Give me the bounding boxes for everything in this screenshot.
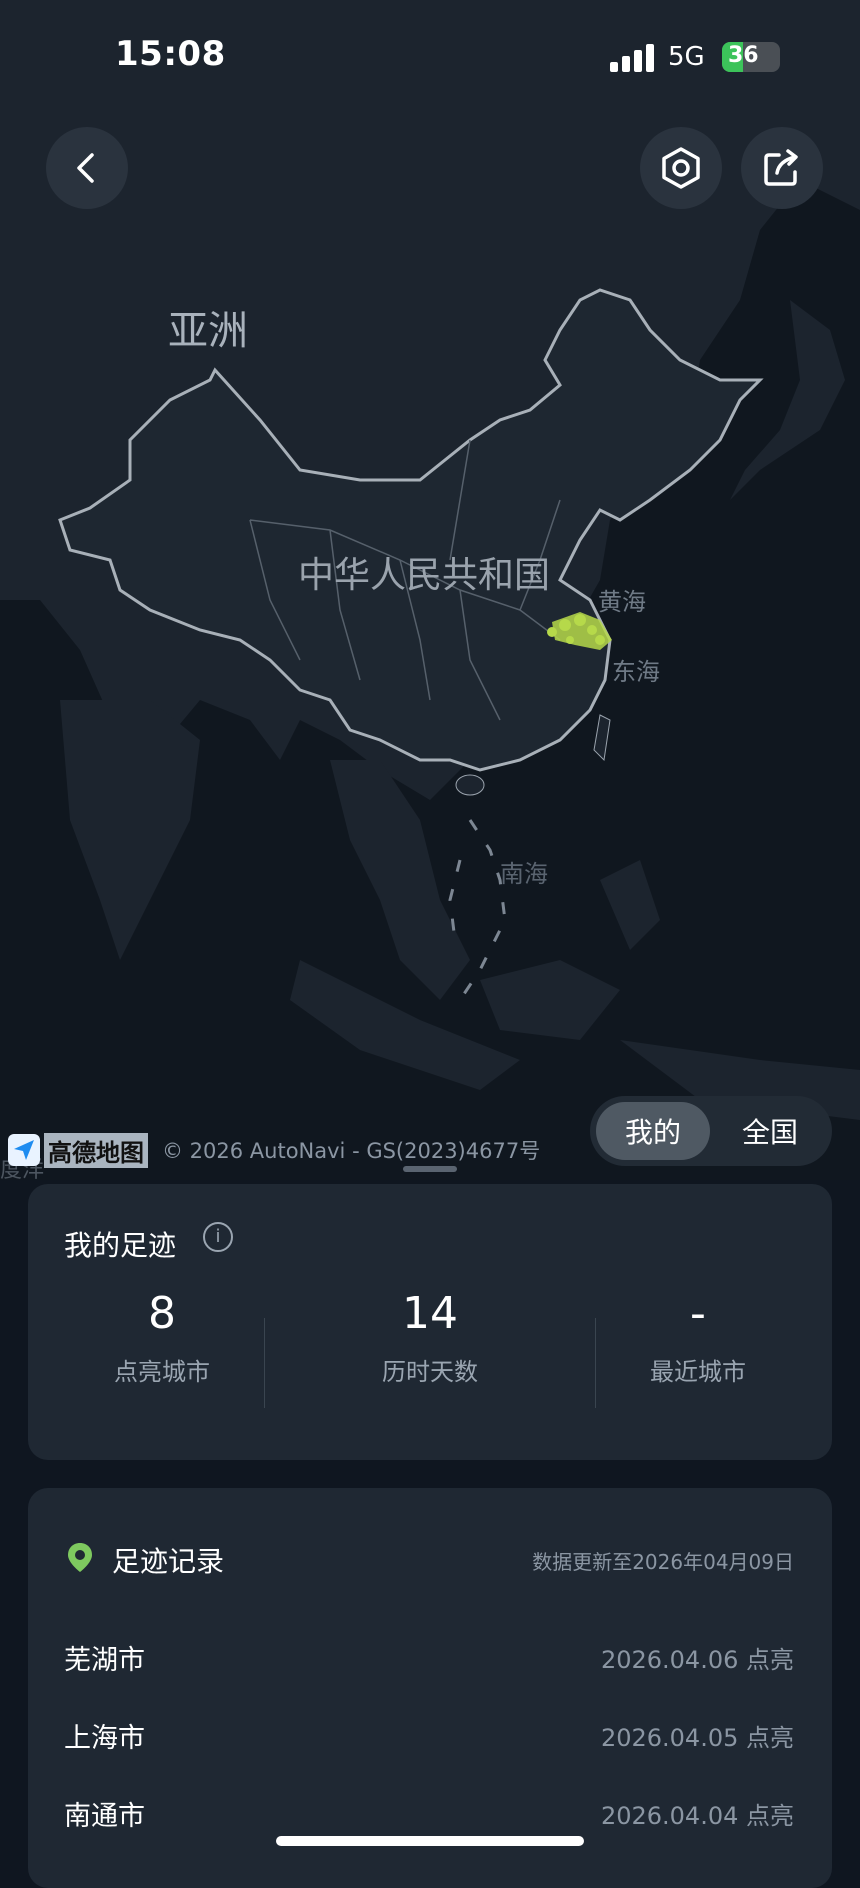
- footprint-map[interactable]: 亚洲 中华人民共和国 黄海 东海 南海 度洋: [0, 0, 860, 1180]
- record-date: 2026.04.05 点亮: [600, 1724, 794, 1752]
- hexagon-settings-icon: [662, 147, 700, 189]
- footprint-records-card: 足迹记录 数据更新至2026年04月09日 芜湖市 2026.04.06 点亮 …: [28, 1488, 832, 1888]
- signal-icon: [610, 44, 654, 72]
- attribution-text: © 2026 AutoNavi - GS(2023)4677号: [162, 1139, 541, 1163]
- map-label-east-sea: 东海: [612, 658, 660, 686]
- back-button[interactable]: [46, 127, 128, 209]
- records-updated-date: 数据更新至2026年04月09日: [532, 1550, 794, 1574]
- map-label-yellow-sea: 黄海: [598, 588, 646, 616]
- map-label-south-sea: 南海: [500, 860, 548, 888]
- stat-value: 14: [402, 1288, 458, 1339]
- amap-logo: [8, 1134, 40, 1166]
- home-indicator[interactable]: [276, 1836, 584, 1846]
- battery-level: 36: [728, 43, 759, 68]
- record-city: 芜湖市: [64, 1645, 145, 1676]
- stat-label: 历时天数: [382, 1358, 478, 1386]
- chevron-left-icon: [77, 153, 94, 183]
- summary-title: 我的足迹: [64, 1229, 177, 1262]
- record-row[interactable]: 芜湖市 2026.04.06 点亮: [64, 1638, 794, 1678]
- record-date: 2026.04.06 点亮: [600, 1646, 794, 1674]
- settings-button[interactable]: [640, 127, 722, 209]
- toggle-national[interactable]: 全国: [714, 1102, 826, 1160]
- map-label-china: 中华人民共和国: [298, 555, 551, 596]
- record-city: 南通市: [64, 1801, 145, 1832]
- stat-recent-city: - 最近城市: [564, 1284, 832, 1387]
- record-row[interactable]: 南通市 2026.04.04 点亮: [64, 1794, 794, 1834]
- sheet-drag-handle[interactable]: [403, 1166, 457, 1172]
- share-button[interactable]: [741, 127, 823, 209]
- stat-label: 点亮城市: [114, 1358, 210, 1386]
- stat-value: -: [690, 1288, 706, 1339]
- footprint-summary-card: 我的足迹 i 8 点亮城市 14 历时天数 - 最近城市: [28, 1184, 832, 1460]
- battery-icon: 36: [722, 42, 780, 72]
- navigation-arrow-icon: [14, 1140, 34, 1160]
- map-label-asia: 亚洲: [168, 308, 248, 354]
- record-row[interactable]: 上海市 2026.04.05 点亮: [64, 1716, 794, 1756]
- record-date: 2026.04.04 点亮: [600, 1802, 794, 1830]
- divider: [264, 1318, 265, 1408]
- info-icon[interactable]: i: [203, 1222, 233, 1252]
- stat-days: 14 历时天数: [296, 1284, 564, 1387]
- toggle-mine[interactable]: 我的: [596, 1102, 710, 1160]
- attribution-brand: 高德地图: [44, 1132, 148, 1168]
- stat-lit-cities: 8 点亮城市: [28, 1284, 296, 1387]
- scope-toggle: 我的 全国: [590, 1096, 832, 1166]
- map-attribution: 高德地图 © 2026 AutoNavi - GS(2023)4677号: [8, 1132, 541, 1168]
- stat-label: 最近城市: [650, 1358, 746, 1386]
- status-bar: 15:08 5G 36: [0, 0, 860, 110]
- records-title: 足迹记录: [112, 1545, 225, 1578]
- status-time: 15:08: [115, 34, 226, 74]
- share-icon: [764, 149, 798, 186]
- stat-value: 8: [148, 1288, 176, 1339]
- location-pin-icon: [68, 1543, 92, 1572]
- record-city: 上海市: [64, 1723, 145, 1754]
- network-type: 5G: [668, 42, 705, 72]
